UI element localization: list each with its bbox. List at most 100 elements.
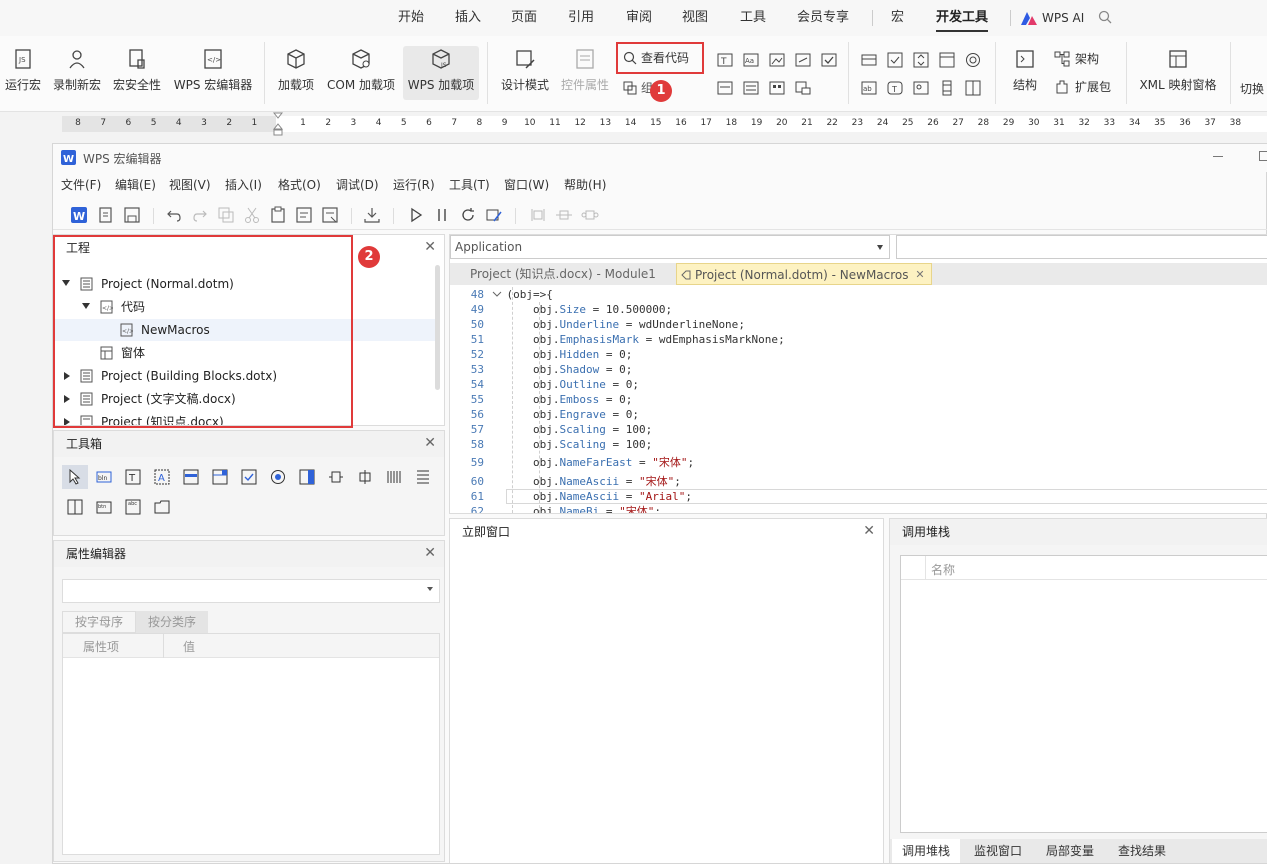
form-field-icon[interactable] (861, 52, 877, 68)
menu-page[interactable]: 页面 (511, 0, 537, 36)
code-line[interactable]: 57 obj.Scaling = 100; (450, 422, 1267, 437)
close-icon[interactable]: ✕ (915, 264, 924, 286)
code-line[interactable]: 50 obj.Underline = wdUnderlineNone; (450, 317, 1267, 332)
spin-button-icon[interactable] (913, 52, 929, 68)
import-icon[interactable] (363, 206, 381, 224)
menu-macro[interactable]: 宏 (891, 0, 904, 36)
menu-tools[interactable]: 工具(T) (449, 176, 490, 193)
scrollbar-tool-icon[interactable] (386, 469, 402, 485)
procedure-dropdown[interactable] (896, 235, 1267, 259)
menu-debug[interactable]: 调试(D) (336, 176, 379, 193)
redo-icon[interactable] (191, 206, 209, 224)
frame-tool-icon[interactable] (328, 469, 344, 485)
run-icon[interactable] (407, 206, 425, 224)
code-line[interactable]: 51 obj.EmphasisMark = wdEmphasisMarkNone… (450, 332, 1267, 347)
text-box-icon[interactable]: T (717, 52, 733, 68)
wps-addins-button[interactable]: JS WPS 加载项 (403, 46, 479, 100)
cut-icon[interactable] (243, 206, 261, 224)
run-macro-button[interactable]: JS 运行宏 (4, 48, 42, 93)
multipage-tool-icon[interactable] (67, 499, 83, 515)
reset-icon[interactable] (459, 206, 477, 224)
code-line[interactable]: 59 obj.NameFarEast = "宋体"; (450, 455, 1267, 470)
structure-button[interactable]: 结构 (1008, 48, 1042, 93)
scrollbar-icon[interactable] (939, 80, 955, 96)
radio-button-icon[interactable] (965, 52, 981, 68)
undo-icon[interactable] (165, 206, 183, 224)
call-stack-list[interactable]: 名称 (900, 555, 1267, 833)
com-addins-button[interactable]: COM 加载项 (325, 48, 397, 93)
label-control-icon[interactable]: ab (861, 80, 877, 96)
menu-view[interactable]: 视图 (682, 0, 708, 36)
pause-icon[interactable] (433, 206, 451, 224)
tab-newmacros[interactable]: Project (Normal.dotm) - NewMacros ✕ (676, 263, 932, 285)
menu-start[interactable]: 开始 (398, 0, 424, 36)
folder-tool-icon[interactable] (154, 499, 170, 515)
tab-module1[interactable]: Project (知识点.docx) - Module1 (462, 263, 664, 285)
pointer-tool-button[interactable] (62, 465, 88, 489)
menu-member[interactable]: 会员专享 (797, 0, 849, 36)
tab-alphabetic[interactable]: 按字母序 (62, 611, 136, 633)
search-icon[interactable] (1098, 10, 1112, 24)
wps-macro-editor-button[interactable]: </> WPS 宏编辑器 (172, 48, 254, 93)
design-mode-toggle-icon[interactable] (485, 206, 503, 224)
checkbox-tool-icon[interactable] (241, 469, 257, 485)
date-picker-icon[interactable] (769, 80, 785, 96)
menu-insert[interactable]: 插入(I) (225, 176, 262, 193)
ruler[interactable]: 87654321 1 2 3 4 5 6 7 8 9 10 11 12 13 14 15 16 17 18 19 20… (62, 112, 1267, 136)
rich-text-icon[interactable]: Aa (743, 52, 759, 68)
uncomment-block-icon[interactable] (321, 206, 339, 224)
picture-icon[interactable] (769, 52, 785, 68)
close-icon[interactable]: ✕ (424, 545, 436, 561)
tab-find-results[interactable]: 查找结果 (1108, 839, 1176, 863)
image-control-icon[interactable] (913, 80, 929, 96)
menu-view[interactable]: 视图(V) (169, 176, 211, 193)
code-line[interactable]: 58 obj.Scaling = 100; (450, 437, 1267, 452)
design-mode-button[interactable]: 设计模式 (498, 48, 552, 93)
copy-icon[interactable] (217, 206, 235, 224)
immediate-input-area[interactable] (450, 545, 883, 863)
menu-reference[interactable]: 引用 (568, 0, 594, 36)
text-control-icon[interactable]: T (887, 80, 903, 96)
menu-edit[interactable]: 编辑(E) (115, 176, 156, 193)
image-tool-icon[interactable]: abc (125, 499, 141, 515)
tab-locals[interactable]: 局部变量 (1036, 839, 1104, 863)
code-lines[interactable]: 48 (obj=>{49 obj.Size = 10.500000; 50 obj… (450, 287, 1267, 513)
addins-button[interactable]: 加载项 (276, 48, 316, 93)
wps-document-icon[interactable]: W (70, 206, 88, 224)
toggle-tool-icon[interactable] (299, 469, 315, 485)
code-line[interactable]: 60 obj.NameAscii = "宋体"; (450, 474, 1267, 489)
tab-watch-window[interactable]: 监视窗口 (964, 839, 1032, 863)
record-macro-button[interactable]: 录制新宏 (52, 48, 102, 93)
code-line[interactable]: 48 (obj=>{ (450, 287, 1267, 302)
menu-window[interactable]: 窗口(W) (504, 176, 549, 193)
comment-block-icon[interactable] (295, 206, 313, 224)
menu-file[interactable]: 文件(F) (61, 176, 101, 193)
command-button-tool-icon[interactable] (357, 469, 373, 485)
tab-call-stack[interactable]: 调用堆栈 (892, 839, 961, 863)
control-properties-button[interactable]: 控件属性 (560, 48, 610, 93)
new-module-icon[interactable] (97, 206, 115, 224)
label-tool-icon[interactable]: bln (96, 469, 112, 485)
building-block-icon[interactable] (795, 52, 811, 68)
option-button-tool-icon[interactable] (270, 469, 286, 485)
checkbox-icon[interactable] (821, 52, 837, 68)
paste-icon[interactable] (269, 206, 287, 224)
menu-help[interactable]: 帮助(H) (564, 176, 606, 193)
code-line[interactable]: 55 obj.Emboss = 0; (450, 392, 1267, 407)
combo-box-icon[interactable] (717, 80, 733, 96)
combobox-drop-tool-icon[interactable] (212, 469, 228, 485)
step-out-icon[interactable] (581, 206, 599, 224)
listbox-tool-icon[interactable] (183, 469, 199, 485)
code-line[interactable]: 61 obj.NameAscii = "Arial"; (450, 489, 1267, 504)
close-icon[interactable]: ✕ (863, 523, 875, 539)
object-dropdown[interactable]: Application (450, 235, 890, 259)
menu-format[interactable]: 格式(O) (278, 176, 321, 193)
menu-insert[interactable]: 插入 (455, 0, 481, 36)
object-select[interactable] (62, 579, 440, 603)
code-line[interactable]: 53 obj.Shadow = 0; (450, 362, 1267, 377)
xml-mapping-button[interactable]: XML 映射窗格 (1138, 48, 1218, 93)
tabstrip-tool-icon[interactable]: btn (96, 499, 112, 515)
code-line[interactable]: 54 obj.Outline = 0; (450, 377, 1267, 392)
tab-categorized[interactable]: 按分类序 (136, 611, 208, 633)
switch-button[interactable]: 切换 (1240, 80, 1267, 97)
